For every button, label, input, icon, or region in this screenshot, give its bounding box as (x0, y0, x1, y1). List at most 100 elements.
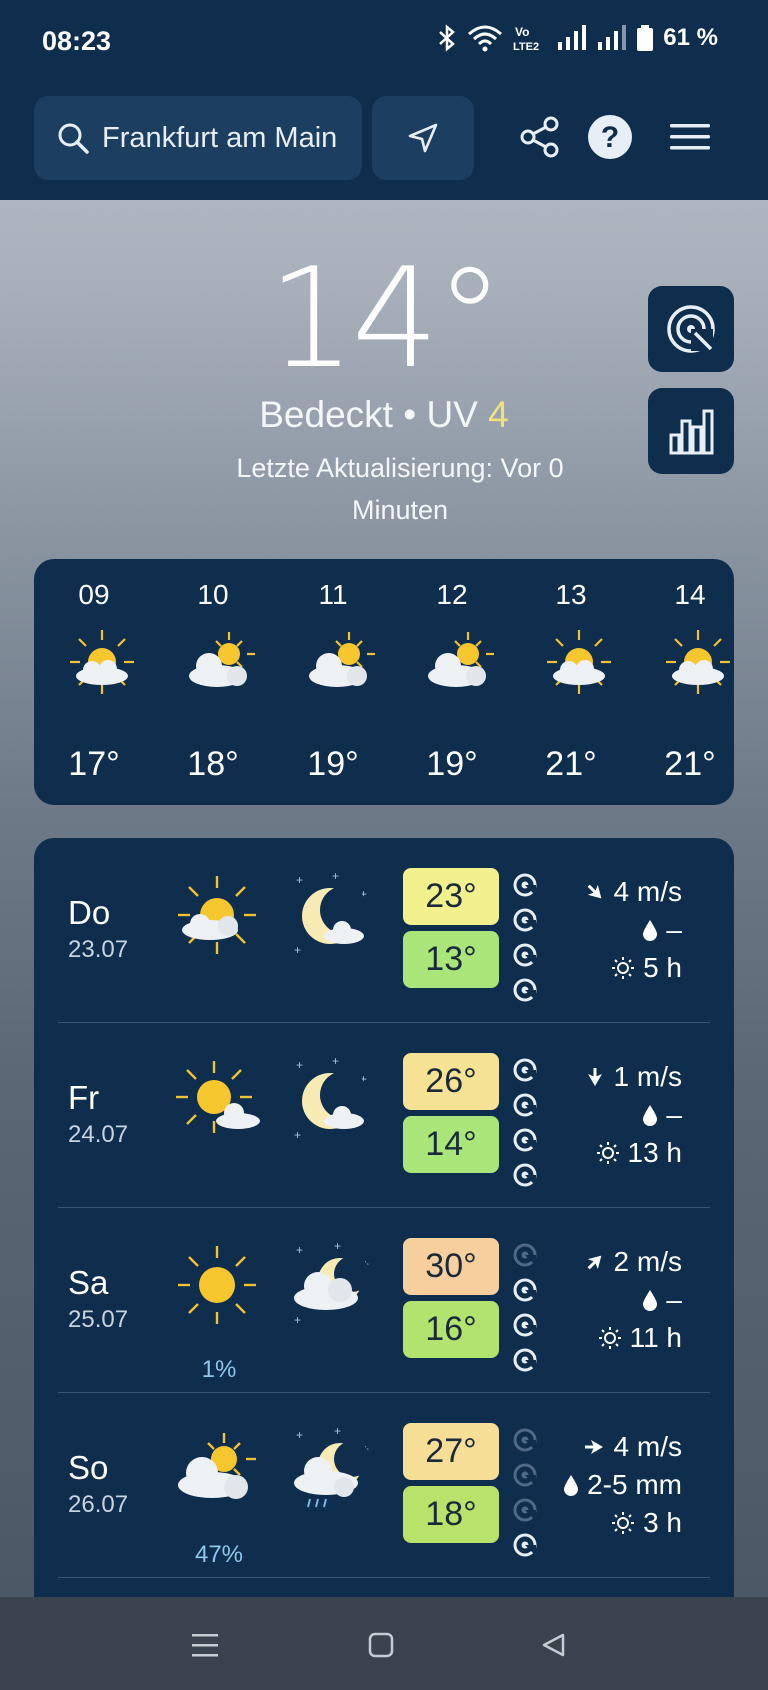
day-row[interactable]: Do 23.07 +++++ 23° 13° 4 m/s – 5 h (34, 838, 734, 1023)
recent-apps-button[interactable] (185, 1625, 225, 1665)
model-icon (513, 1093, 537, 1117)
share-icon (520, 116, 559, 158)
signal-icon (558, 25, 587, 50)
sun-outline-icon (612, 957, 635, 979)
model-icon (513, 1058, 537, 1082)
model-icon (513, 943, 537, 967)
rain-amount: – (666, 1099, 682, 1130)
hour-temp: 19° (307, 745, 359, 783)
rain-amount: 2-5 mm (587, 1469, 682, 1500)
day-date: 25.07 (68, 1306, 129, 1333)
day-date: 26.07 (68, 1491, 129, 1518)
max-temp: 23° (403, 868, 499, 925)
svg-text:+: + (296, 873, 303, 887)
day-row[interactable]: Sa 25.07 ++++ 1% 30° 16° 2 m/s – 11 h (34, 1208, 734, 1393)
wind: 2 m/s (584, 1246, 682, 1278)
model-icon (513, 1278, 537, 1302)
day-date: 23.07 (68, 936, 129, 963)
day-name: So (68, 1449, 109, 1486)
cloud-sun-icon (189, 632, 255, 687)
sunshine-hours: 3 h (643, 1507, 682, 1538)
radar-button[interactable] (648, 286, 734, 372)
sunshine: 11 h (598, 1322, 682, 1354)
day-row[interactable]: So 26.07 +++ 47% 27° 18° 4 m/s 2-5 mm 3 … (34, 1393, 734, 1578)
moon-cloud-icon: +++++ (294, 870, 368, 957)
wifi-icon (468, 25, 503, 52)
current-condition: Bedeckt (259, 394, 393, 435)
model-icon (513, 1463, 537, 1487)
status-bar: 08:23 Vo LTE2 61 % (0, 0, 768, 84)
svg-text:+: + (294, 1313, 301, 1327)
back-icon (542, 1633, 565, 1657)
chart-button[interactable] (648, 388, 734, 474)
cloud-sun-icon (428, 632, 494, 687)
sun-small-cloud-icon (176, 1061, 260, 1133)
model-indicators (512, 1057, 538, 1197)
hourly-forecast[interactable]: 09 17° 10 18° 11 19° 12 19° 13 21° 14 21… (34, 559, 734, 805)
row-divider (58, 1577, 710, 1578)
svg-text:+: + (332, 870, 339, 883)
hour-item[interactable]: 11 19° (283, 559, 383, 805)
share-button[interactable] (515, 112, 565, 162)
bar-chart-icon (669, 409, 714, 455)
radar-icon (667, 305, 715, 353)
model-icon (513, 1348, 537, 1372)
location-button[interactable] (372, 96, 474, 180)
wind-speed: 4 m/s (613, 876, 682, 907)
svg-text:+: + (334, 1425, 341, 1438)
home-button[interactable] (361, 1625, 401, 1665)
svg-text:+: + (296, 1243, 303, 1257)
svg-text:+: + (334, 1240, 341, 1253)
recent-apps-icon (192, 1634, 218, 1657)
menu-icon (670, 124, 710, 150)
svg-text:+: + (294, 943, 301, 957)
cloud-sun-icon (309, 632, 375, 687)
sun-cloud-icon (178, 876, 256, 954)
svg-text:+: + (296, 1058, 303, 1072)
hour-label: 12 (436, 579, 468, 610)
max-temp: 26° (403, 1053, 499, 1110)
hour-temp: 19° (426, 745, 478, 783)
day-name: Fr (68, 1079, 100, 1116)
moon-cloud-icon: +++++ (294, 1055, 368, 1142)
signal-2-icon (598, 25, 627, 50)
menu-button[interactable] (665, 112, 715, 162)
model-icon (513, 1428, 537, 1452)
rain: – (642, 914, 682, 946)
status-time: 08:23 (42, 26, 112, 56)
wind-direction-icon (584, 1440, 603, 1454)
wind: 4 m/s (584, 876, 682, 908)
uv-value: 4 (488, 394, 509, 435)
sunshine-hours: 11 h (629, 1322, 682, 1353)
day-row[interactable]: Fr 24.07 +++++ 26° 14° 1 m/s – 13 h (34, 1023, 734, 1208)
svg-text:LTE2: LTE2 (513, 41, 539, 52)
hour-label: 13 (555, 579, 587, 610)
hour-item[interactable]: 14 21° (640, 559, 734, 805)
rain-amount: – (666, 914, 682, 945)
sunshine: 13 h (596, 1137, 682, 1169)
hour-item[interactable]: 10 18° (163, 559, 263, 805)
model-icon (513, 1313, 537, 1337)
precip-probability: 1% (201, 1356, 237, 1383)
wind-speed: 2 m/s (613, 1246, 682, 1277)
day-name: Sa (68, 1264, 109, 1301)
min-temp: 16° (403, 1301, 499, 1358)
hour-item[interactable]: 09 17° (44, 559, 144, 805)
sun-outline-icon (598, 1327, 621, 1349)
hour-temp: 18° (187, 745, 239, 783)
model-indicators (512, 872, 538, 1012)
hour-item[interactable]: 12 19° (402, 559, 502, 805)
back-button[interactable] (533, 1625, 573, 1665)
model-icon (513, 1498, 537, 1522)
hour-item[interactable]: 13 21° (521, 559, 621, 805)
help-button[interactable]: ? (585, 112, 635, 162)
max-temp: 27° (403, 1423, 499, 1480)
model-icon (513, 873, 537, 897)
search-input[interactable]: Frankfurt am Main (34, 96, 362, 180)
hour-temp: 21° (545, 745, 597, 783)
svg-text:+: + (332, 1055, 339, 1068)
model-icon (513, 1128, 537, 1152)
last-update: Letzte Aktualisierung: Vor 0 Minuten (236, 453, 564, 525)
location-arrow-icon (408, 123, 438, 153)
model-indicators (512, 1427, 538, 1567)
